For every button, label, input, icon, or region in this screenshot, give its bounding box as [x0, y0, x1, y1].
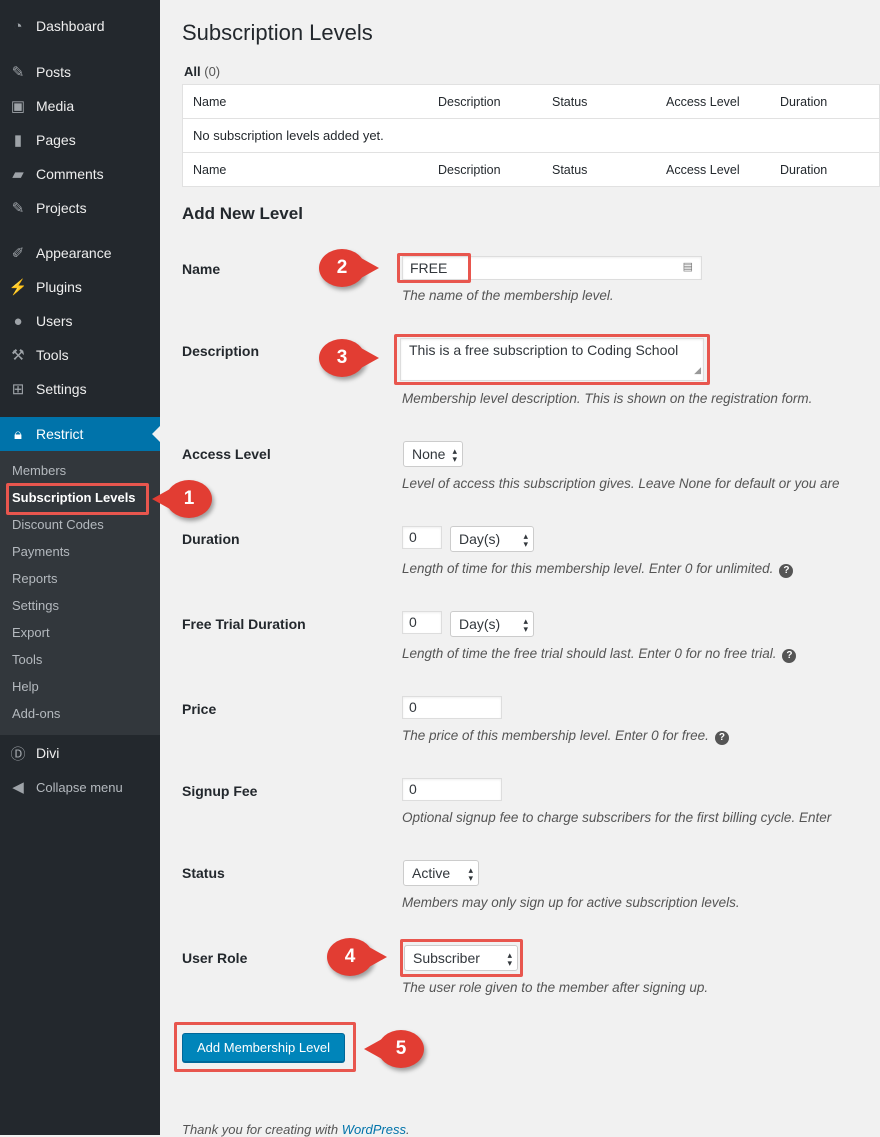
collapse-menu-button[interactable]: ◀ Collapse menu: [0, 772, 160, 802]
column-duration[interactable]: Duration: [780, 95, 827, 109]
status-label: Status: [182, 865, 225, 881]
help-icon[interactable]: ?: [782, 649, 797, 663]
price-label: Price: [182, 701, 217, 717]
duration-label: Duration: [182, 531, 240, 547]
column-description[interactable]: Description: [438, 95, 501, 109]
select-arrows-icon: ▴ ▾: [468, 865, 473, 883]
submenu-payments[interactable]: Payments: [12, 544, 70, 559]
sidebar-item-divi[interactable]: Ⓓ Divi: [0, 738, 160, 768]
sidebar-item-users[interactable]: ● Users: [0, 306, 160, 336]
sidebar-item-pages[interactable]: ▮ Pages: [0, 125, 160, 155]
user-role-label: User Role: [182, 950, 248, 966]
trial-unit-select[interactable]: Day(s) ▴ ▾: [450, 611, 534, 637]
trial-label: Free Trial Duration: [182, 616, 306, 632]
highlight-box-4: [400, 939, 523, 977]
select-arrows-icon: ▴ ▾: [523, 531, 528, 549]
submenu-reports[interactable]: Reports: [12, 571, 58, 586]
wrench-icon: ⚒: [11, 347, 25, 364]
name-help: The name of the membership level.: [402, 288, 614, 303]
lock-icon: 🔒︎: [14, 425, 22, 443]
sidebar-item-dashboard[interactable]: ◔ Dashboard: [0, 11, 160, 41]
signup-fee-help: Optional signup fee to charge subscriber…: [402, 810, 832, 825]
divi-icon: Ⓓ: [10, 745, 26, 763]
help-icon[interactable]: ?: [779, 564, 794, 578]
sidebar-item-plugins[interactable]: ⚡ Plugins: [0, 272, 160, 302]
table-header: Name Description Status Access Level Dur…: [183, 85, 879, 119]
submenu-settings[interactable]: Settings: [12, 598, 59, 613]
admin-sidebar: ◔ Dashboard ✎ Posts ▣ Media ▮ Pages ▰ Comment…: [0, 0, 160, 1135]
status-select[interactable]: Active ▴ ▾: [403, 860, 479, 886]
signup-fee-input[interactable]: 0: [402, 778, 502, 801]
select-arrows-icon: ▴ ▾: [523, 616, 528, 634]
sidebar-item-projects[interactable]: ✎ Projects: [0, 193, 160, 223]
callout-2: 2: [319, 249, 379, 287]
submenu-add-ons[interactable]: Add-ons: [12, 706, 60, 721]
levels-table: Name Description Status Access Level Dur…: [182, 84, 880, 187]
access-level-help: Level of access this subscription gives.…: [402, 476, 840, 491]
user-role-help: The user role given to the member after …: [402, 980, 709, 995]
sidebar-item-media[interactable]: ▣ Media: [0, 91, 160, 121]
brush-icon: ✐: [11, 245, 25, 262]
description-help: Membership level description. This is sh…: [402, 391, 813, 406]
column-name[interactable]: Name: [193, 95, 226, 109]
access-level-label: Access Level: [182, 446, 271, 462]
plug-icon: ⚡: [8, 279, 28, 296]
description-label: Description: [182, 343, 260, 359]
callout-4: 4: [327, 938, 387, 976]
sidebar-item-restrict[interactable]: 🔒︎ Restrict: [0, 417, 160, 451]
collapse-icon: ◀: [12, 779, 24, 796]
price-help: The price of this membership level. Ente…: [402, 728, 729, 745]
user-icon: ●: [13, 312, 23, 330]
comment-icon: ▰: [12, 166, 24, 183]
callout-3: 3: [319, 339, 379, 377]
column-duration[interactable]: Duration: [780, 163, 827, 177]
column-status[interactable]: Status: [552, 95, 587, 109]
submenu-discount-codes[interactable]: Discount Codes: [12, 517, 104, 532]
sidebar-item-appearance[interactable]: ✐ Appearance: [0, 238, 160, 268]
sidebar-item-posts[interactable]: ✎ Posts: [0, 57, 160, 87]
column-name[interactable]: Name: [193, 163, 226, 177]
table-footer: Name Description Status Access Level Dur…: [183, 153, 879, 187]
help-icon[interactable]: ?: [714, 731, 729, 745]
submenu-members[interactable]: Members: [12, 463, 66, 478]
duration-help: Length of time for this membership level…: [402, 561, 794, 578]
callout-1: 1: [152, 480, 212, 518]
dashboard-icon: ◔: [13, 17, 23, 35]
pin-icon: ✎: [11, 200, 25, 217]
duration-unit-select[interactable]: Day(s) ▴ ▾: [450, 526, 534, 552]
column-status[interactable]: Status: [552, 163, 587, 177]
sidebar-item-settings[interactable]: ⊞ Settings: [0, 374, 160, 404]
pages-icon: ▮: [13, 132, 23, 149]
column-description[interactable]: Description: [438, 163, 501, 177]
page-title: Subscription Levels: [182, 20, 373, 45]
column-access-level[interactable]: Access Level: [666, 95, 740, 109]
status-help: Members may only sign up for active subs…: [402, 895, 740, 910]
access-level-select[interactable]: None ▴ ▾: [403, 441, 463, 467]
highlight-box-2: [397, 253, 471, 283]
column-access-level[interactable]: Access Level: [666, 163, 740, 177]
trial-help: Length of time the free trial should las…: [402, 646, 797, 663]
highlight-box-5: [174, 1022, 356, 1072]
submenu-tools[interactable]: Tools: [12, 652, 42, 667]
price-input[interactable]: 0: [402, 696, 502, 719]
section-title: Add New Level: [182, 204, 303, 223]
sidebar-item-comments[interactable]: ▰ Comments: [0, 159, 160, 189]
highlight-box-3: [394, 334, 710, 385]
highlight-box-1: [6, 483, 149, 515]
table-empty-row: No subscription levels added yet.: [183, 119, 879, 153]
trial-input[interactable]: 0: [402, 611, 442, 634]
filter-all[interactable]: All (0): [184, 64, 220, 79]
submenu-help[interactable]: Help: [12, 679, 39, 694]
callout-5: 5: [364, 1030, 424, 1068]
autofill-icon: ▤: [682, 261, 693, 273]
select-arrows-icon: ▴ ▾: [452, 446, 457, 464]
settings-icon: ⊞: [11, 381, 25, 398]
name-label: Name: [182, 261, 221, 277]
sidebar-item-tools[interactable]: ⚒ Tools: [0, 340, 160, 370]
duration-input[interactable]: 0: [402, 526, 442, 549]
submenu-export[interactable]: Export: [12, 625, 50, 640]
pin-icon: ✎: [11, 64, 25, 81]
signup-fee-label: Signup Fee: [182, 783, 258, 799]
media-icon: ▣: [10, 98, 26, 115]
